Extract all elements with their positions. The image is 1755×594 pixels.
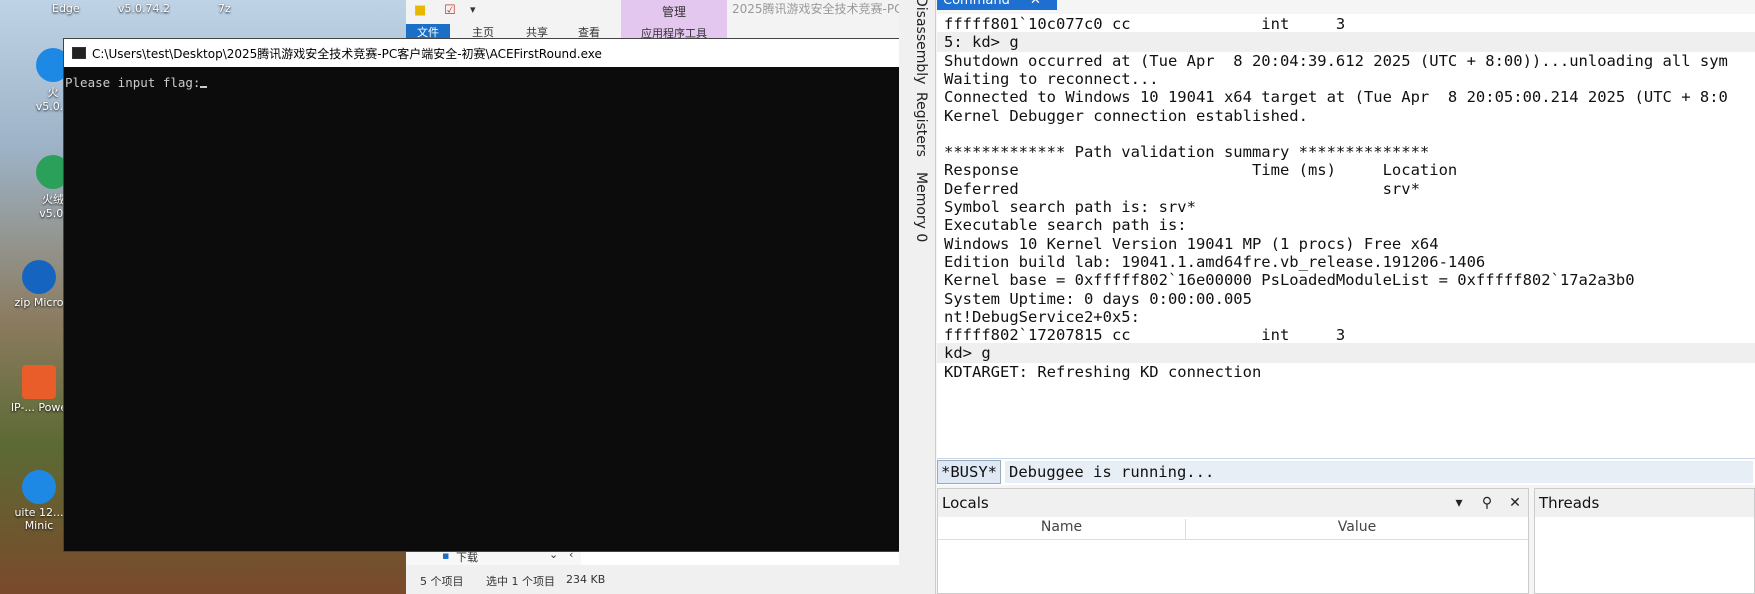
command-output-line: nt!DebugService2+0x5: bbox=[944, 307, 1140, 326]
console-output[interactable]: Please input flag: bbox=[64, 67, 899, 551]
desktop-top-label: 7z bbox=[218, 2, 231, 15]
console-title: C:\Users\test\Desktop\2025腾讯游戏安全技术竞赛-PC客… bbox=[92, 47, 602, 61]
command-output-line: Shutdown occurred at (Tue Apr 8 20:04:39… bbox=[944, 51, 1728, 70]
status-selected: 选中 1 个项目 bbox=[486, 575, 555, 588]
manage-label: 管理 bbox=[661, 5, 686, 19]
app-icon bbox=[22, 260, 56, 294]
debuggee-status[interactable]: Debuggee is running... bbox=[1005, 461, 1753, 483]
explorer-status-bar: 5 个项目 选中 1 个项目 234 KB bbox=[406, 565, 900, 594]
close-icon[interactable]: ✕ bbox=[1030, 0, 1041, 8]
command-output-line: Edition build lab: 19041.1.amd64fre.vb_r… bbox=[944, 252, 1486, 271]
manage-contextual-tab[interactable]: 管理 应用程序工具 bbox=[621, 0, 727, 40]
desktop-icon-label: IP-... bbox=[10, 401, 35, 414]
command-output[interactable]: fffff801`10c077c0 cc int 3 5: kd> g Shutdo… bbox=[937, 14, 1755, 458]
side-tab-strip: Disassembly Registers Memory 0 bbox=[899, 0, 936, 594]
command-output-line: KDTARGET: Refreshing KD connection bbox=[944, 362, 1262, 381]
console-icon bbox=[72, 47, 86, 59]
locals-pane: Locals ▾ ⚲ ✕ Name Value bbox=[937, 488, 1529, 594]
chevron-down-icon[interactable]: ▾ bbox=[1450, 494, 1468, 512]
locals-header: Locals ▾ ⚲ ✕ bbox=[938, 489, 1528, 517]
command-output-line: Windows 10 Kernel Version 19041 MP (1 pr… bbox=[944, 234, 1439, 253]
command-output-line: Executable search path is: bbox=[944, 216, 1187, 235]
command-output-line: ************* Path validation summary **… bbox=[944, 143, 1430, 162]
busy-indicator: *BUSY* bbox=[937, 460, 1001, 484]
folder-icon: ■ bbox=[414, 3, 427, 18]
console-window[interactable]: C:\Users\test\Desktop\2025腾讯游戏安全技术竞赛-PC客… bbox=[63, 38, 900, 552]
pin-icon[interactable]: ⚲ bbox=[1478, 494, 1496, 512]
text-cursor bbox=[200, 86, 208, 88]
command-output-line: Response Time (ms) Location bbox=[944, 161, 1458, 180]
command-output-line: Deferred srv* bbox=[944, 179, 1420, 198]
threads-pane: Threads bbox=[1534, 488, 1755, 594]
command-status-bar: *BUSY* Debuggee is running... bbox=[937, 458, 1755, 485]
desktop-icon-label: zip bbox=[14, 296, 31, 309]
quick-access-dropdown-icon[interactable]: ▾ bbox=[470, 3, 476, 16]
command-output-line: System Uptime: 0 days 0:00:00.005 bbox=[944, 289, 1252, 308]
command-output-line: Waiting to reconnect... bbox=[944, 69, 1159, 88]
tab-command-label: Command bbox=[943, 0, 1010, 8]
desktop-icon-label: 火绒 bbox=[42, 193, 64, 206]
console-prompt: Please input flag: bbox=[65, 75, 201, 90]
status-item-count: 5 个项目 bbox=[420, 575, 464, 588]
app-icon bbox=[22, 470, 56, 504]
status-size: 234 KB bbox=[566, 573, 606, 586]
desktop-icon-label: 火 bbox=[47, 86, 59, 99]
tab-command[interactable]: Command ✕ bbox=[937, 0, 1057, 10]
command-output-line: fffff801`10c077c0 cc int 3 bbox=[944, 15, 1346, 33]
close-icon[interactable]: ✕ bbox=[1506, 494, 1524, 512]
explorer-title: 2025腾讯游戏安全技术竞赛-PC bbox=[732, 2, 903, 16]
command-output-line: kd> g bbox=[937, 343, 1755, 364]
desktop-top-label: Edge bbox=[52, 2, 80, 15]
app-icon bbox=[22, 365, 56, 399]
threads-header: Threads bbox=[1535, 489, 1754, 517]
console-prompt-line: Please input flag: bbox=[65, 75, 208, 90]
tab-disassembly[interactable]: Disassembly bbox=[905, 0, 929, 84]
desktop-icon-label: Micro bbox=[33, 296, 64, 309]
command-output-line: Kernel Debugger connection established. bbox=[944, 106, 1308, 125]
desktop-top-label: v5.0.74.2 bbox=[118, 2, 170, 15]
command-output-line: Connected to Windows 10 19041 x64 target… bbox=[944, 88, 1728, 107]
desktop-icon-label: uite 12... bbox=[14, 506, 64, 519]
command-output-line: 5: kd> g bbox=[937, 32, 1755, 53]
command-output-line: Kernel base = 0xfffff802`16e00000 PsLoad… bbox=[944, 271, 1635, 290]
column-name[interactable]: Name bbox=[938, 519, 1186, 539]
command-output-line: Symbol search path is: srv* bbox=[944, 198, 1196, 216]
locals-column-headers: Name Value bbox=[938, 519, 1528, 540]
checkmark-icon: ☑ bbox=[444, 3, 456, 18]
threads-title: Threads bbox=[1539, 494, 1600, 512]
column-value[interactable]: Value bbox=[1186, 519, 1528, 535]
locals-title: Locals bbox=[942, 494, 989, 512]
windbg-window: Disassembly Registers Memory 0 Command ✕… bbox=[899, 0, 1755, 594]
console-titlebar[interactable]: C:\Users\test\Desktop\2025腾讯游戏安全技术竞赛-PC客… bbox=[64, 39, 899, 67]
command-output-line: fffff802`17207815 cc int 3 bbox=[944, 326, 1346, 345]
tab-registers[interactable]: Registers bbox=[905, 92, 929, 157]
tab-memory-0[interactable]: Memory 0 bbox=[905, 172, 929, 242]
desktop-icon-label: Minic bbox=[24, 519, 54, 532]
